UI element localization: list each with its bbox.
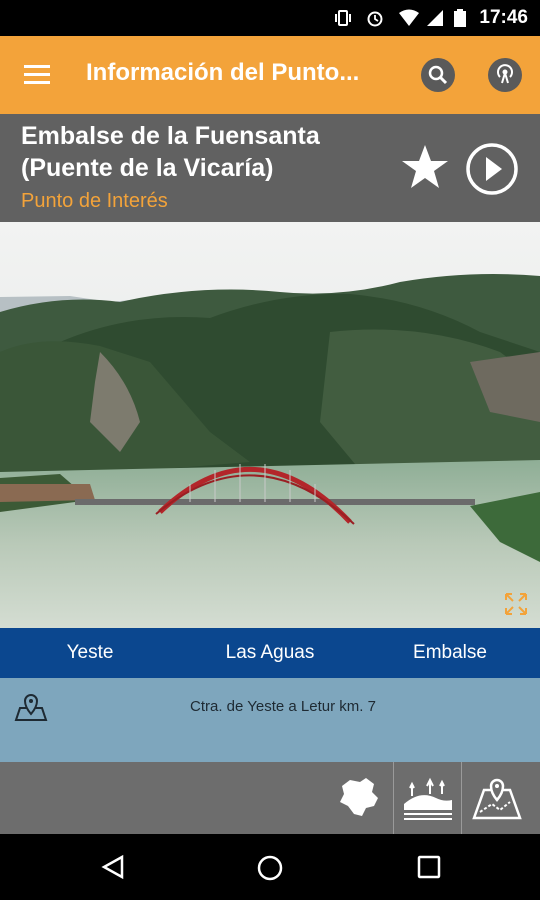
map-pin-icon[interactable] <box>14 692 48 722</box>
clock: 17:46 <box>479 7 528 28</box>
bottom-action-bar <box>0 762 540 834</box>
menu-icon[interactable] <box>22 60 52 90</box>
back-icon[interactable] <box>100 854 126 880</box>
tab-embalse[interactable]: Embalse <box>360 628 540 678</box>
star-icon[interactable] <box>400 142 450 192</box>
vibrate-icon <box>335 10 351 26</box>
point-name-line-1: Embalse de la Fuensanta <box>21 122 320 150</box>
wifi-icon <box>399 9 419 26</box>
address-panel: Ctra. de Yeste a Letur km. 7 <box>0 678 540 762</box>
home-icon[interactable] <box>256 854 284 882</box>
app-bar: Información del Punto... <box>0 36 540 114</box>
tab-las-aguas[interactable]: Las Aguas <box>180 628 360 678</box>
landscape-icon[interactable] <box>402 774 454 822</box>
broadcast-icon <box>497 64 513 84</box>
address-text: Ctra. de Yeste a Letur km. 7 <box>190 698 376 715</box>
point-name-line-2: (Puente de la Vicaría) <box>21 154 274 182</box>
battery-icon <box>454 9 466 27</box>
point-name: Embalse de la Fuensanta (Puente de la Vi… <box>21 120 381 184</box>
recents-icon[interactable] <box>416 854 442 880</box>
search-icon <box>428 65 448 85</box>
reservoir-bridge-image <box>0 222 540 628</box>
status-bar: 17:46 <box>0 0 540 36</box>
point-type: Punto de Interés <box>21 190 168 212</box>
search-button[interactable] <box>421 58 455 92</box>
page-title: Información del Punto... <box>86 59 360 86</box>
point-photo[interactable] <box>0 222 540 628</box>
route-map-icon[interactable] <box>472 774 522 822</box>
play-icon[interactable] <box>465 142 519 196</box>
divider <box>461 762 462 834</box>
system-nav-bar <box>0 834 540 900</box>
signal-icon <box>427 10 443 26</box>
region-map-icon[interactable] <box>336 776 382 820</box>
divider <box>393 762 394 834</box>
alarm-icon <box>367 11 383 27</box>
tab-yeste[interactable]: Yeste <box>0 628 180 678</box>
point-header: Embalse de la Fuensanta (Puente de la Vi… <box>0 114 540 222</box>
category-tabs: Yeste Las Aguas Embalse <box>0 628 540 678</box>
audioguide-button[interactable] <box>488 58 522 92</box>
